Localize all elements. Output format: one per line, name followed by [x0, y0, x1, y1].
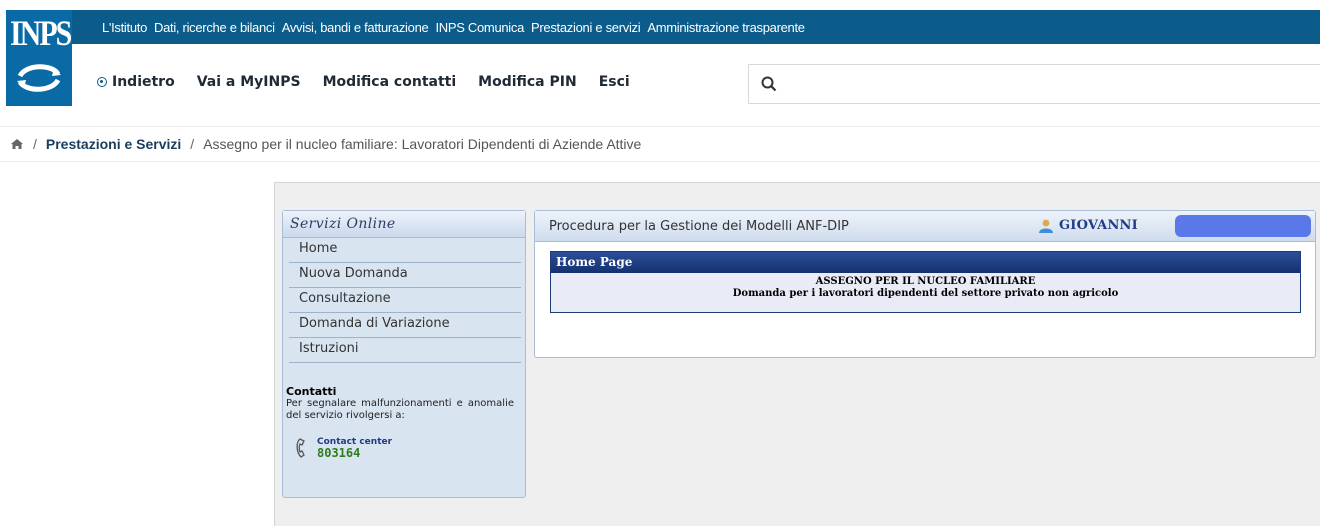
contacts-section: Contatti Per segnalare malfunzionamenti … — [286, 385, 518, 460]
contact-center[interactable]: Contact center 803164 — [295, 437, 392, 460]
back-label: Indietro — [112, 74, 175, 90]
divider — [0, 161, 1320, 162]
home-page-header: Home Page — [551, 252, 1300, 273]
sidebar-item-istruzioni[interactable]: Istruzioni — [289, 338, 521, 363]
topnav-item-trasparente[interactable]: Amministrazione trasparente — [647, 20, 805, 35]
topnav-item-dati[interactable]: Dati, ricerche e bilanci — [154, 20, 275, 35]
breadcrumb-separator: / — [33, 136, 37, 152]
search-input[interactable] — [748, 64, 1320, 104]
home-page-box: Home Page ASSEGNO PER IL NUCLEO FAMILIAR… — [550, 251, 1301, 313]
phone-icon — [296, 438, 305, 458]
home-line-subtitle: Domanda per i lavoratori dipendenti del … — [732, 288, 1119, 299]
logout-link[interactable]: Esci — [599, 74, 630, 90]
edit-contacts-link[interactable]: Modifica contatti — [323, 74, 457, 90]
contacts-text: Per segnalare malfunzionamenti e anomali… — [286, 398, 514, 421]
back-circle-icon — [97, 77, 107, 87]
logo-arrows-icon — [17, 64, 61, 92]
topnav-item-prestazioni[interactable]: Prestazioni e servizi — [531, 20, 641, 35]
topnav-item-comunica[interactable]: INPS Comunica — [435, 20, 524, 35]
user-name: GIOVANNI — [1059, 218, 1138, 233]
myinps-link[interactable]: Vai a MyINPS — [197, 74, 301, 90]
topnav-item-istituto[interactable]: L'Istituto — [102, 20, 147, 35]
sidebar-item-variazione[interactable]: Domanda di Variazione — [289, 313, 521, 338]
logo-text: INPS — [10, 13, 72, 54]
redaction-overlay — [1175, 215, 1311, 237]
home-page-body: ASSEGNO PER IL NUCLEO FAMILIARE Domanda … — [551, 273, 1300, 312]
contacts-title: Contatti — [286, 385, 337, 398]
breadcrumb-separator: / — [190, 136, 195, 152]
breadcrumb-prestazioni[interactable]: Prestazioni e Servizi — [46, 136, 181, 152]
home-line-title: ASSEGNO PER IL NUCLEO FAMILIARE — [815, 276, 1036, 287]
sidebar-title: Servizi Online — [283, 211, 525, 238]
edit-pin-link[interactable]: Modifica PIN — [478, 74, 577, 90]
user-subnav: Indietro Vai a MyINPS Modifica contatti … — [97, 74, 652, 90]
sidebar-item-consultazione[interactable]: Consultazione — [289, 288, 521, 313]
user-icon — [1039, 219, 1053, 233]
sidebar-item-home[interactable]: Home — [289, 238, 521, 263]
topnav-item-avvisi[interactable]: Avvisi, bandi e fatturazione — [282, 20, 429, 35]
sidebar-item-nuova-domanda[interactable]: Nuova Domanda — [289, 263, 521, 288]
divider — [0, 126, 1320, 127]
home-icon[interactable] — [10, 138, 24, 150]
breadcrumb-current: Assegno per il nucleo familiare: Lavorat… — [203, 136, 642, 152]
contact-center-number: 803164 — [317, 446, 361, 460]
panel-header: Procedura per la Gestione dei Modelli AN… — [535, 211, 1315, 242]
panel-title: Procedura per la Gestione dei Modelli AN… — [549, 219, 849, 234]
user-info: GIOVANNI — [1038, 218, 1138, 233]
inps-logo[interactable]: INPS — [6, 10, 72, 106]
top-navigation: L'Istituto Dati, ricerche e bilanci Avvi… — [72, 10, 1320, 44]
main-panel: Procedura per la Gestione dei Modelli AN… — [534, 210, 1316, 358]
breadcrumb: / Prestazioni e Servizi / Assegno per il… — [10, 136, 641, 152]
back-button[interactable]: Indietro — [97, 74, 175, 90]
search-icon[interactable] — [761, 76, 777, 92]
sidebar-services: Servizi Online Home Nuova Domanda Consul… — [282, 210, 526, 498]
